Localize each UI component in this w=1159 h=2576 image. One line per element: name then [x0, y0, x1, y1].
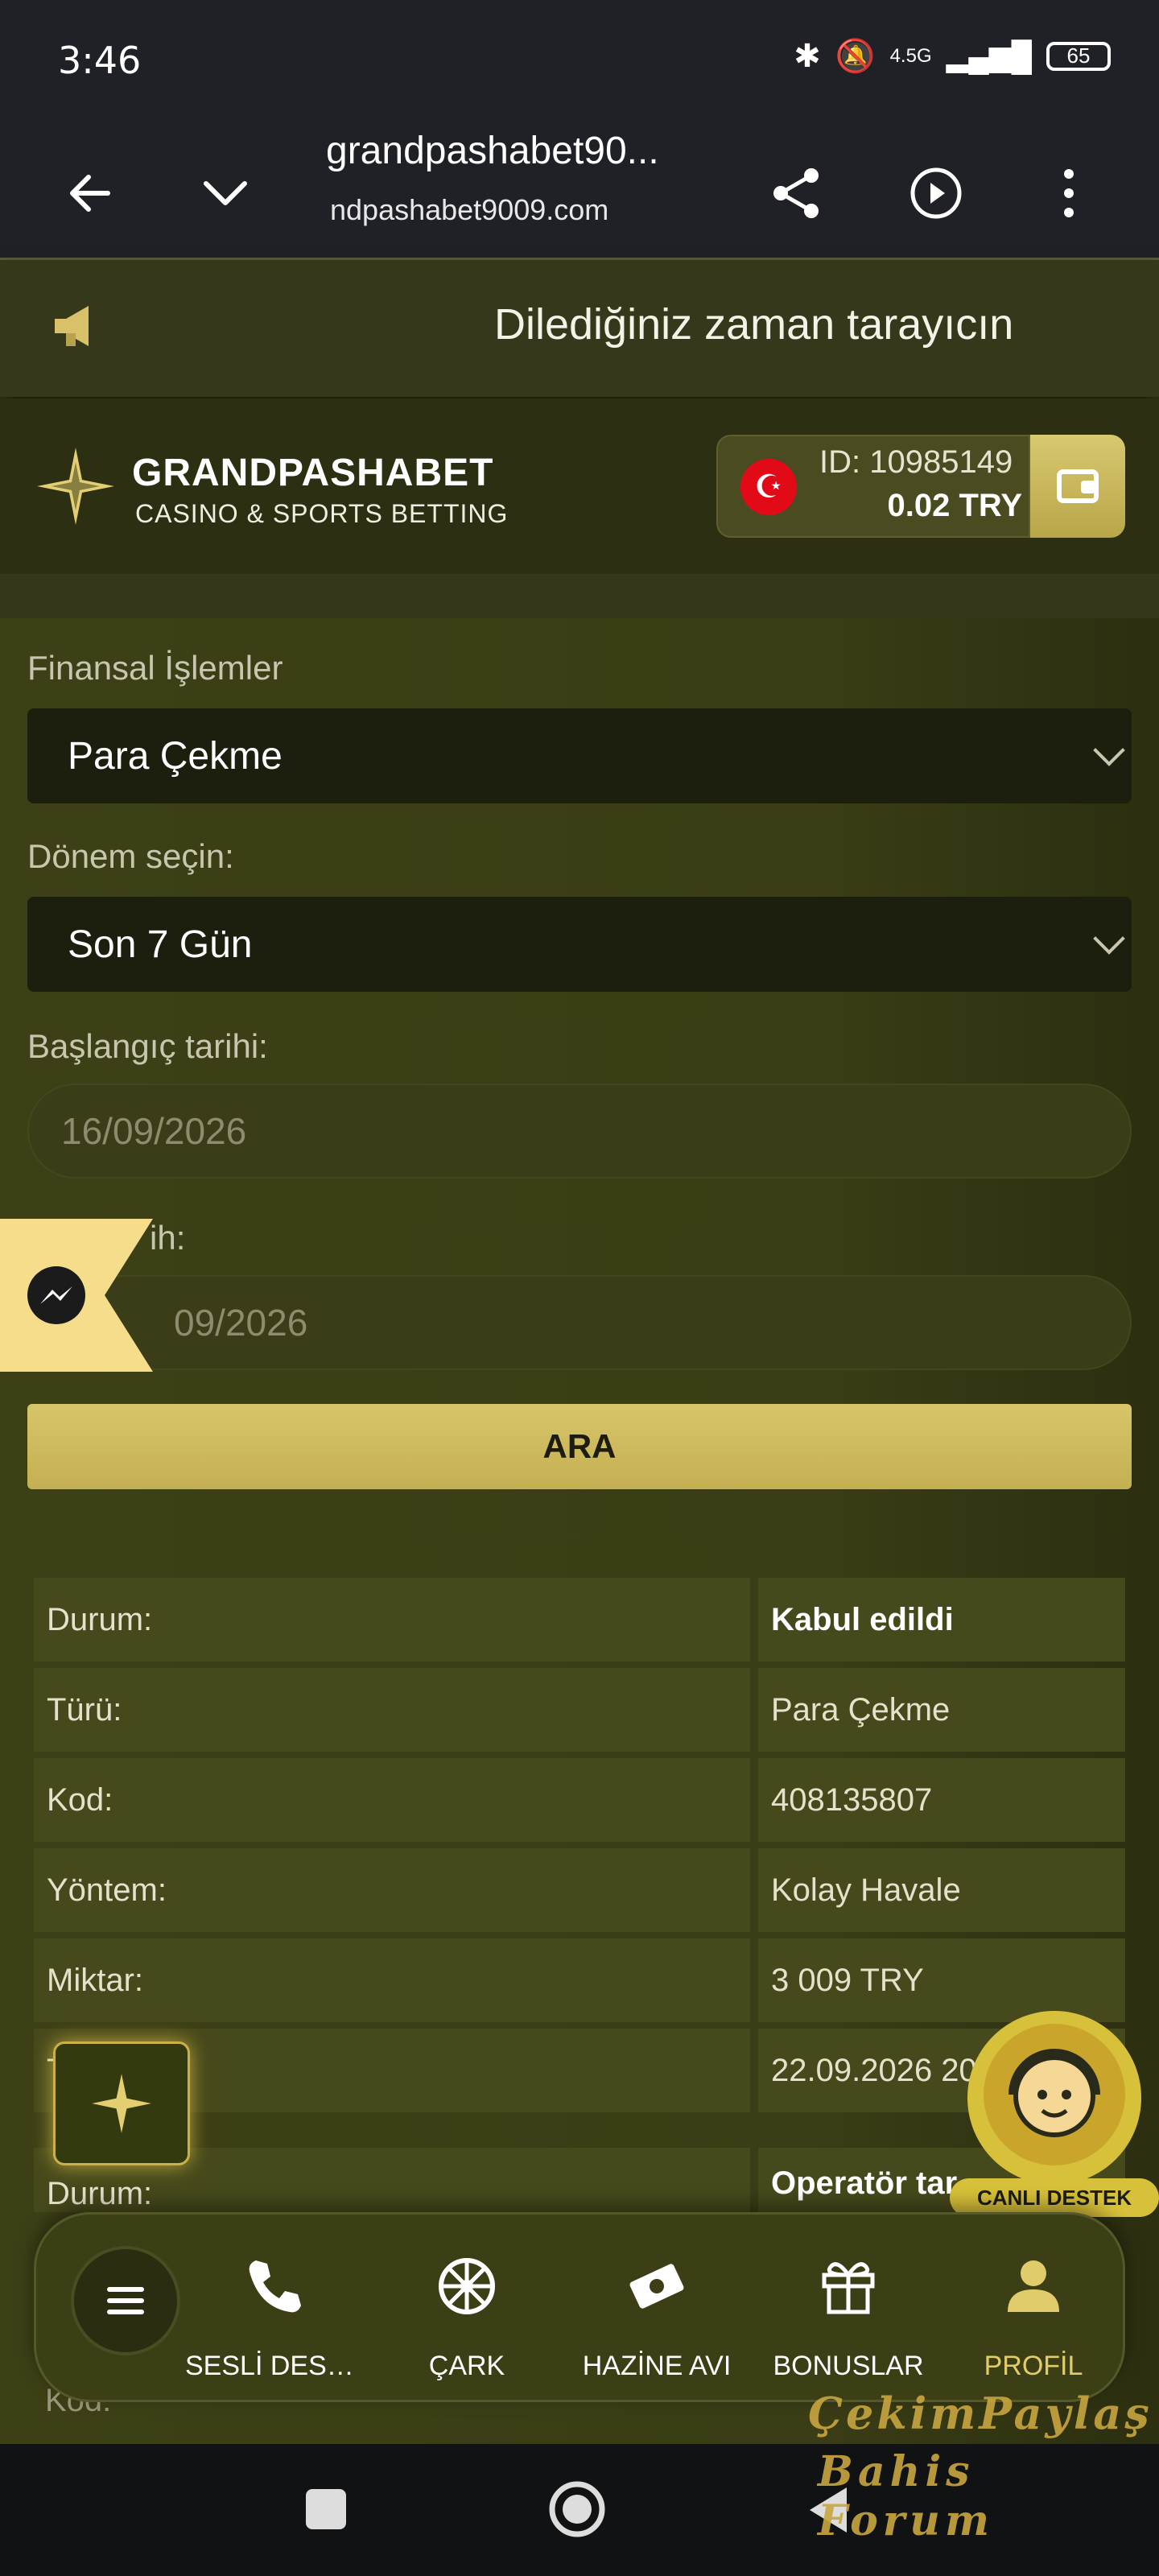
chevron-down-icon [1093, 734, 1125, 766]
nav-item-profile[interactable]: PROFİL [945, 2254, 1122, 2382]
search-button[interactable]: ARA [27, 1404, 1132, 1489]
table-row-label: Kod: [34, 1758, 750, 1842]
chevron-down-icon [1093, 923, 1125, 955]
start-date-input[interactable]: 16/09/2026 [27, 1084, 1132, 1179]
table-row-label: Türü: [34, 1668, 750, 1752]
bell-muted-icon: 🔕 [835, 39, 876, 74]
play-icon[interactable] [888, 129, 984, 258]
chevron-down-icon[interactable] [177, 129, 274, 258]
bluetooth-icon: ✱ [794, 38, 821, 74]
start-date-label: Başlangıç tarihi: [27, 1027, 268, 1065]
phone-icon [249, 2260, 301, 2313]
gift-icon [822, 2262, 875, 2314]
star-logo-icon[interactable] [35, 446, 116, 526]
nav-label: HAZİNE AVI [582, 2351, 732, 2381]
watermark-line2: Bahis Forum [818, 2447, 994, 2545]
url-domain[interactable]: ndpashabet9009.com [330, 193, 608, 227]
period-label: Dönem seçin: [27, 837, 234, 875]
start-date-value: 16/09/2026 [61, 1110, 247, 1152]
wallet-button[interactable] [1030, 435, 1125, 538]
finance-label: Finansal İşlemler [27, 649, 283, 687]
table-row-value: Kabul edildi [758, 1578, 1125, 1662]
tab-strip [0, 574, 1159, 618]
end-date-input[interactable]: 09/2026 [27, 1275, 1132, 1370]
period-select[interactable]: Son 7 Gün [27, 897, 1132, 992]
hamburger-icon [107, 2298, 144, 2303]
wallet-icon [1057, 469, 1099, 503]
user-icon [1008, 2260, 1059, 2312]
brand-name: GRANDPASHABET [132, 452, 494, 494]
messenger-tab[interactable] [0, 1219, 153, 1372]
nav-item-voice-support[interactable]: SESLİ DEST... [185, 2254, 362, 2382]
live-support-label[interactable]: CANLI DESTEK [950, 2178, 1159, 2217]
more-vert-icon[interactable] [1021, 129, 1117, 258]
table-row-value: Para Çekme [758, 1668, 1125, 1752]
status-icons: ✱ 🔕 4.5G ▂▄▆█ 65 [794, 37, 1111, 75]
table-row-value: Kolay Havale [758, 1848, 1125, 1932]
nav-label: SESLİ DEST... [185, 2351, 362, 2381]
megaphone-icon [55, 306, 89, 346]
brand-subtitle: CASINO & SPORTS BETTING [135, 499, 509, 528]
signal-icon: ▂▄▆█ [946, 39, 1032, 72]
nav-label: PROFİL [984, 2351, 1083, 2381]
menu-button[interactable] [71, 2246, 180, 2355]
money-icon [629, 2264, 684, 2309]
home-icon[interactable] [547, 2479, 607, 2539]
back-arrow-icon[interactable] [42, 129, 138, 258]
nav-item-treasure-hunt[interactable]: HAZİNE AVI [568, 2254, 745, 2382]
recents-icon[interactable] [306, 2489, 346, 2529]
page-title[interactable]: grandpashabet90... [326, 129, 696, 173]
table-row-label: Durum: [34, 1578, 750, 1662]
table-row-label: Yöntem: [34, 1848, 750, 1932]
finance-select[interactable]: Para Çekme [27, 708, 1132, 803]
battery-level: 65 [1066, 43, 1091, 68]
network-label: 4.5G [889, 44, 932, 67]
table-row-value: 408135807 [758, 1758, 1125, 1842]
floating-star-button[interactable] [53, 2041, 190, 2165]
period-select-value: Son 7 Gün [68, 923, 253, 966]
finance-select-value: Para Çekme [68, 734, 283, 778]
battery-icon: 65 [1046, 41, 1111, 71]
balance-amount: 0.02 TRY [887, 488, 1022, 523]
watermark-line1: ÇekimPaylaş [808, 2388, 1153, 2439]
table-row-label: Miktar: [34, 1938, 750, 2022]
nav-item-bonuses[interactable]: BONUSLAR [760, 2254, 937, 2382]
user-id: ID: 10985149 [819, 444, 1013, 480]
wheel-icon [439, 2258, 495, 2314]
end-date-label: ih: [150, 1219, 186, 1257]
nav-label: ÇARK [428, 2351, 505, 2381]
share-icon[interactable] [749, 129, 845, 258]
status-time: 3:46 [58, 39, 142, 82]
nav-label: BONUSLAR [773, 2351, 924, 2381]
announcement-text: Dilediğiniz zaman tarayıcın [494, 300, 1014, 349]
nav-item-wheel[interactable]: ÇARK [378, 2254, 555, 2382]
end-date-value: 09/2026 [174, 1302, 308, 1344]
turkey-flag-icon: ☪ [740, 459, 797, 515]
star-icon [92, 2074, 151, 2133]
